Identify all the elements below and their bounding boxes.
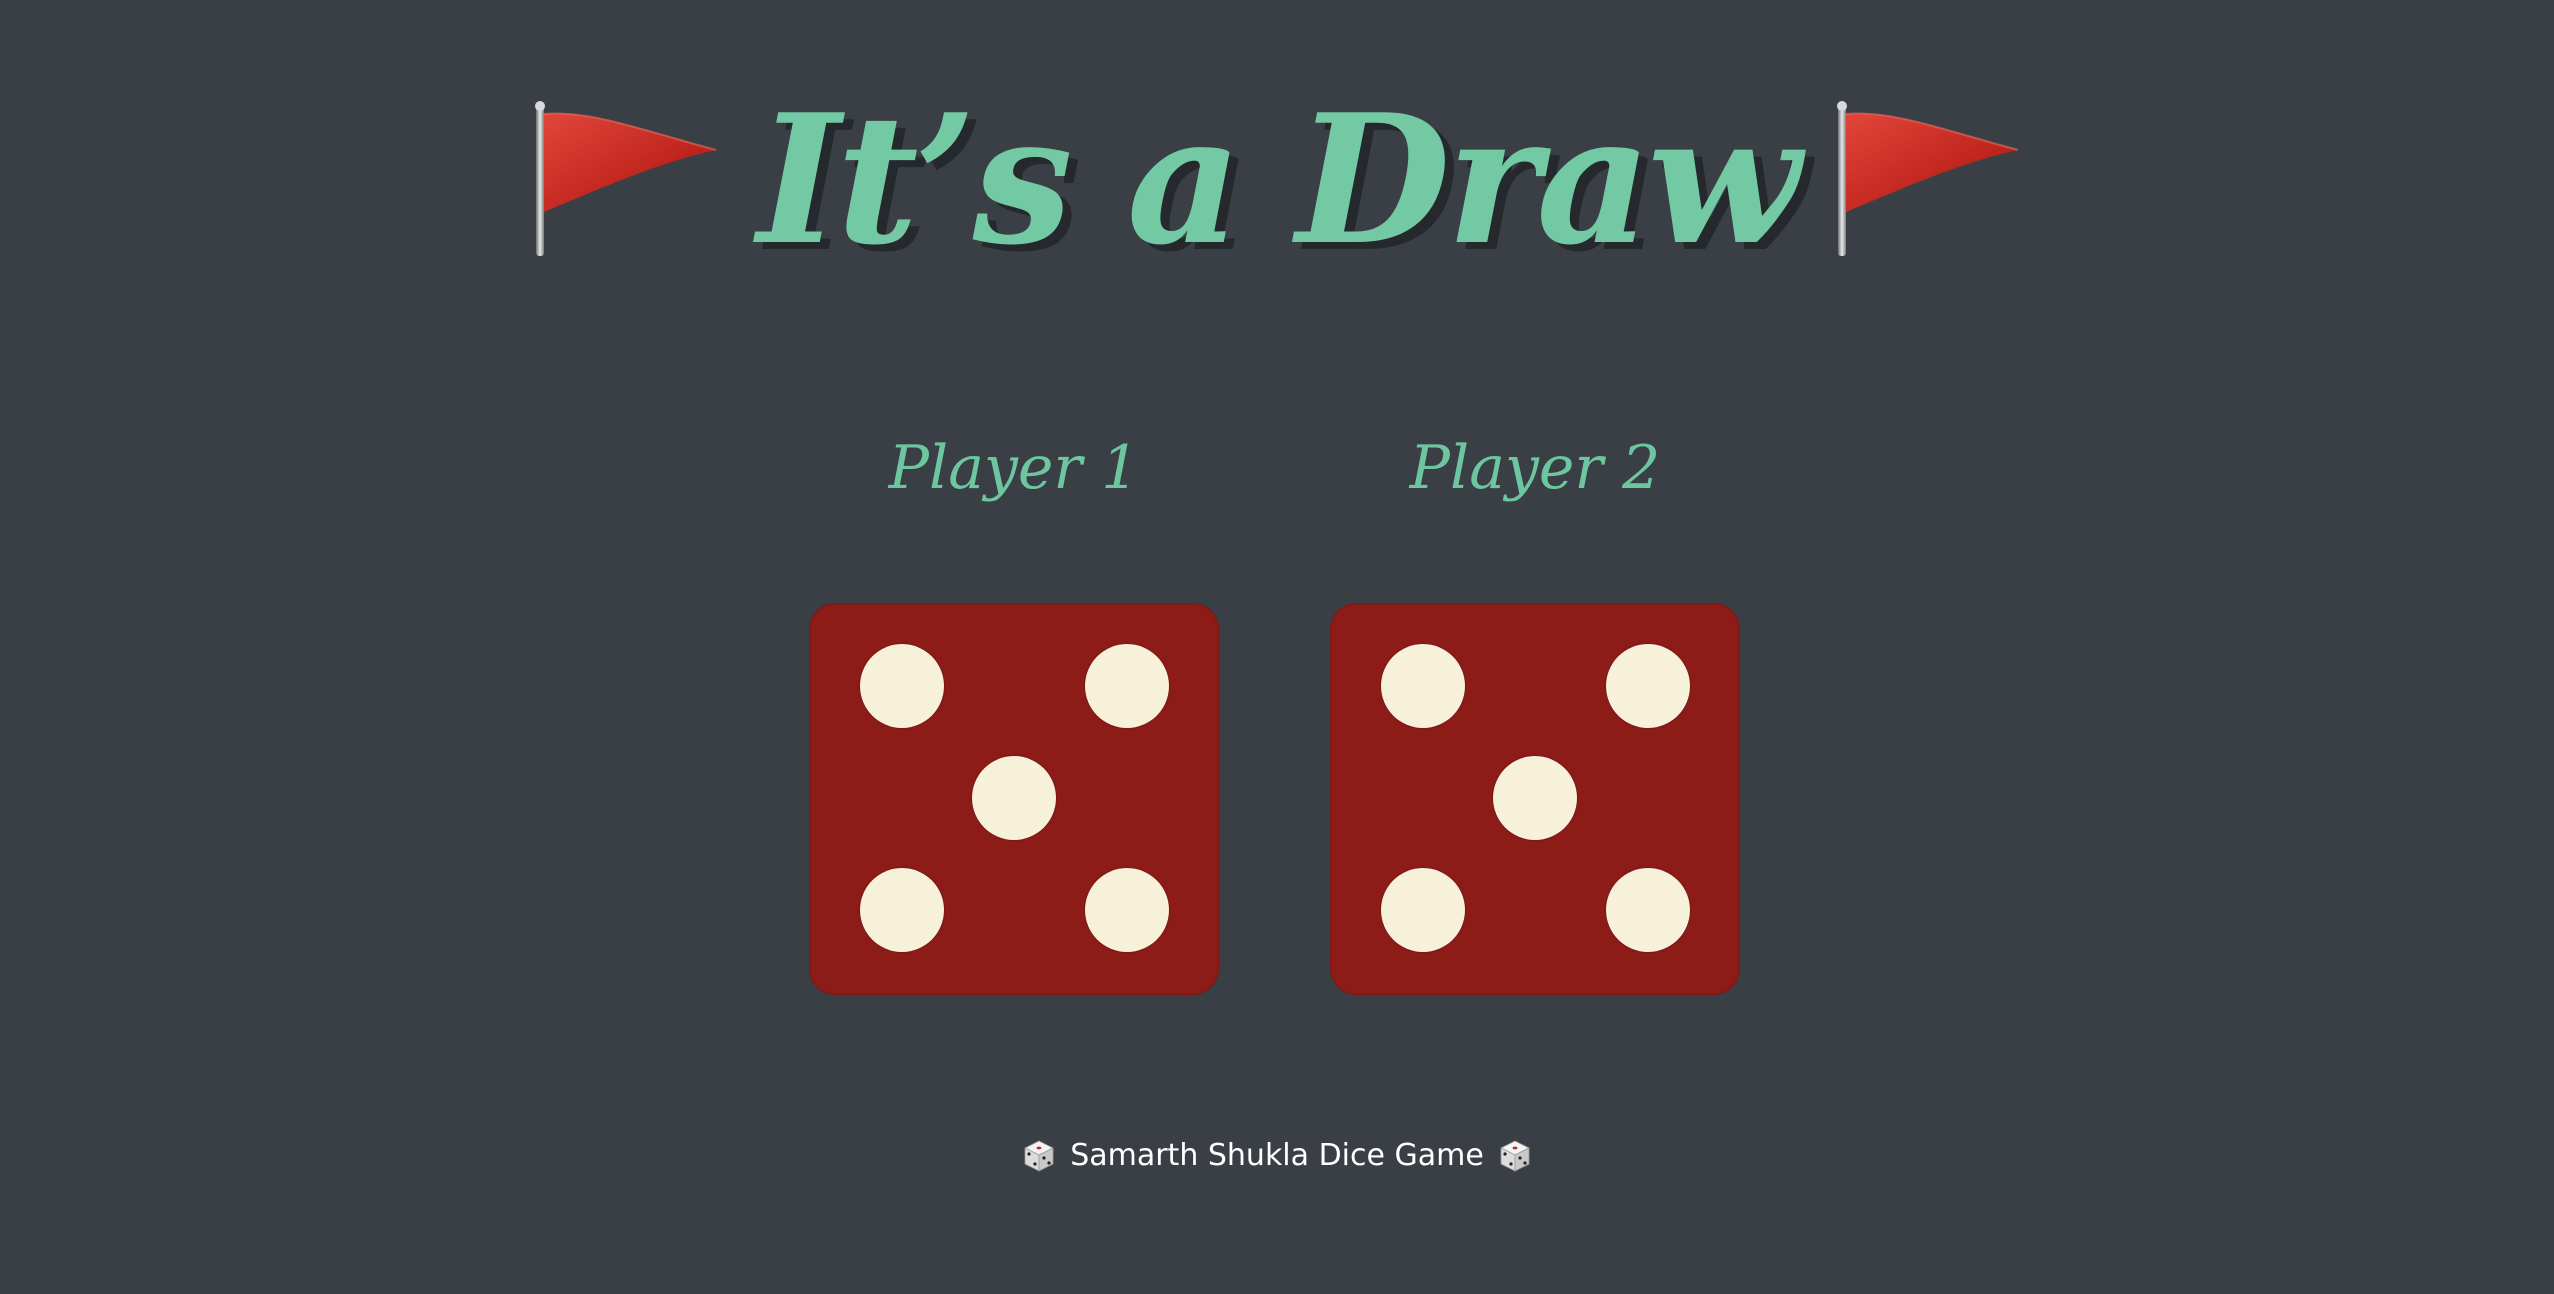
- die-pip: [1606, 644, 1690, 728]
- footer: Samarth Shukla Dice Game: [0, 1138, 2554, 1173]
- red-flag-icon: [535, 101, 717, 256]
- red-flag-icon: [1836, 101, 2019, 256]
- die-pip: [1085, 868, 1169, 952]
- footer-text: Samarth Shukla Dice Game: [1070, 1138, 1484, 1173]
- die-pip: [1381, 868, 1465, 952]
- die-pip: [1085, 644, 1169, 728]
- page-title: It’s a Draw: [757, 75, 1801, 284]
- player-2-die: [1330, 603, 1740, 995]
- game-die-icon: [1499, 1140, 1530, 1172]
- player-1-label: Player 1: [809, 438, 1219, 498]
- die-pip: [1493, 756, 1577, 840]
- game-die-icon: [1024, 1140, 1055, 1172]
- player-1-die: [809, 603, 1219, 995]
- title-row: It’s a Draw: [0, 70, 2554, 290]
- player-name: Player 2: [1409, 433, 1661, 503]
- player-2-label: Player 2: [1330, 438, 1740, 498]
- player-name: Player 1: [888, 433, 1140, 503]
- die-pip: [1381, 644, 1465, 728]
- die-pip: [860, 868, 944, 952]
- die-pip: [860, 644, 944, 728]
- die-pip: [1606, 868, 1690, 952]
- die-pip: [972, 756, 1056, 840]
